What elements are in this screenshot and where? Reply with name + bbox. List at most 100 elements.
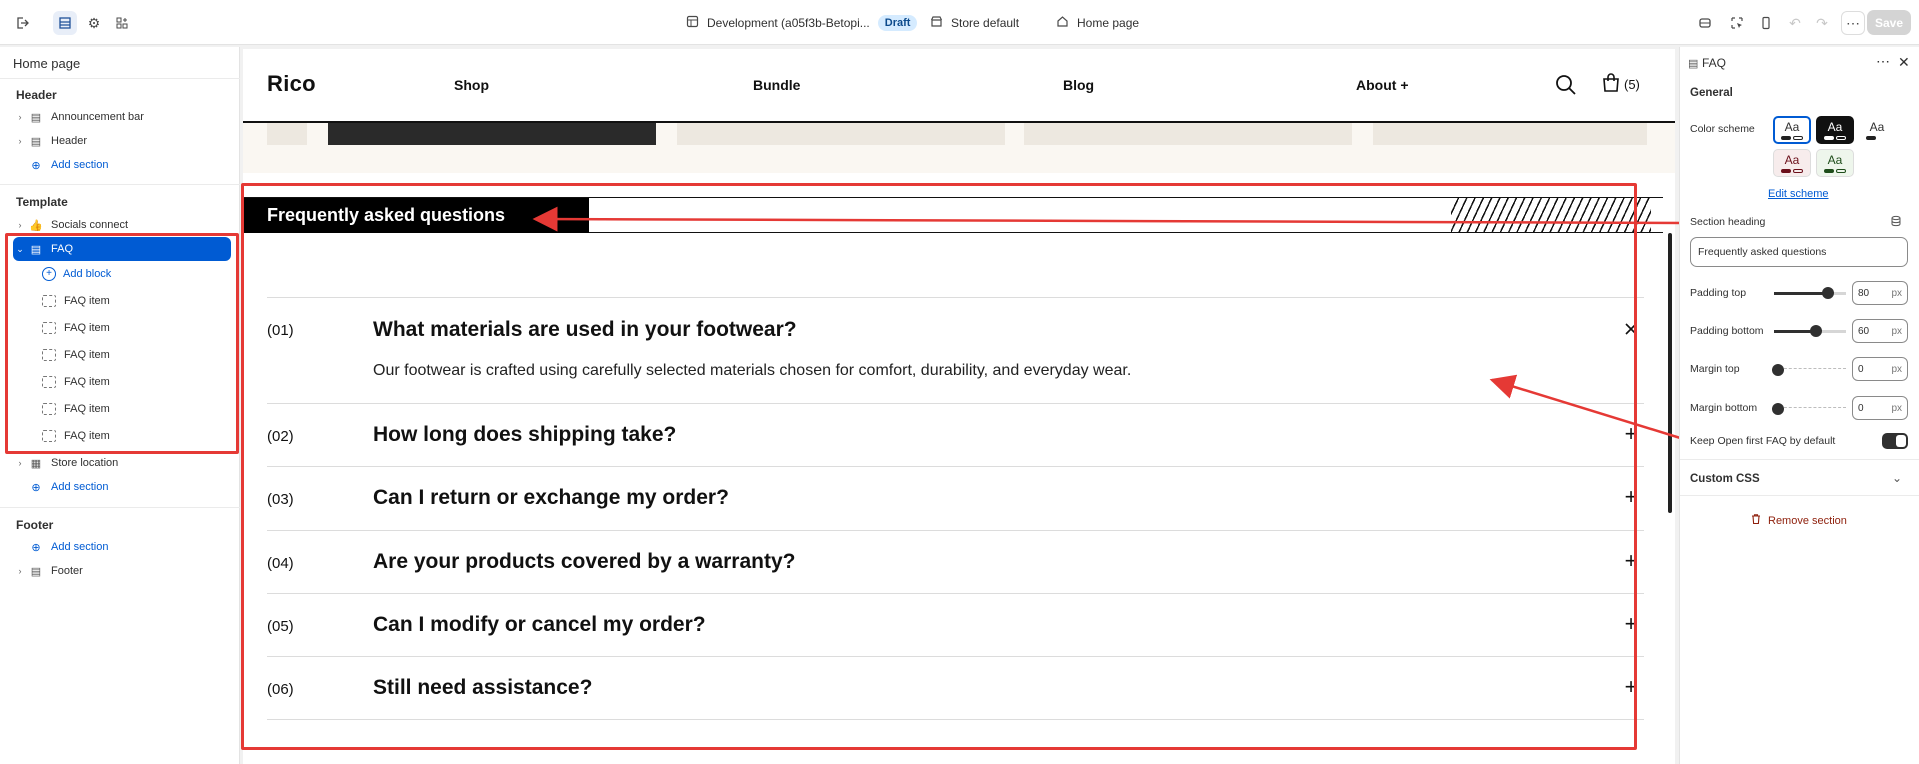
gear-icon[interactable]: ⚙ xyxy=(82,11,106,35)
slider-knob[interactable] xyxy=(1810,325,1822,337)
store-icon xyxy=(930,15,943,31)
more-icon[interactable]: ⋯ xyxy=(1876,53,1890,70)
faq-heading-bar: Frequently asked questions xyxy=(243,197,1663,233)
slider-knob[interactable] xyxy=(1822,287,1834,299)
add-section-header[interactable]: ⊕ Add section xyxy=(13,153,231,177)
add-section-template[interactable]: ⊕ Add section xyxy=(13,475,231,499)
section-icon: ▤ xyxy=(30,565,42,578)
plus-icon[interactable]: + xyxy=(1622,613,1640,635)
faq-block-item[interactable]: FAQ item xyxy=(42,425,110,447)
faq-item-open[interactable]: (01) What materials are used in your foo… xyxy=(267,297,1644,403)
faq-question[interactable]: How long does shipping take? xyxy=(373,423,676,447)
margin-top-input[interactable]: 0 px xyxy=(1852,357,1908,381)
padding-top-input[interactable]: 80 px xyxy=(1852,281,1908,305)
color-scheme-1[interactable]: Aa xyxy=(1773,116,1811,144)
more-icon[interactable]: ⋯ xyxy=(1841,11,1865,35)
exit-icon[interactable] xyxy=(10,11,34,35)
remove-section-button[interactable]: Remove section xyxy=(1750,513,1847,528)
inspector-icon[interactable] xyxy=(1693,11,1717,35)
padding-top-slider[interactable] xyxy=(1774,287,1846,299)
chevron-down-icon[interactable]: ⌄ xyxy=(1892,471,1902,485)
faq-question[interactable]: Are your products covered by a warranty? xyxy=(373,550,795,574)
block-icon xyxy=(42,322,56,334)
plus-icon[interactable]: + xyxy=(1622,423,1640,445)
faq-block-item[interactable]: FAQ item xyxy=(42,344,110,366)
database-icon[interactable] xyxy=(1890,215,1902,230)
faq-block-item[interactable]: FAQ item xyxy=(42,371,110,393)
padding-bottom-slider[interactable] xyxy=(1774,325,1846,337)
margin-bottom-slider[interactable] xyxy=(1772,403,1846,415)
faq-block-item[interactable]: FAQ item xyxy=(42,398,110,420)
sidebar-item-faq[interactable]: ⌄ ▤ FAQ xyxy=(13,237,231,261)
sidebar-item-footer[interactable]: › ▤ Footer xyxy=(13,559,231,583)
section-heading-input[interactable]: Frequently asked questions xyxy=(1690,237,1908,267)
color-scheme-4[interactable]: Aa xyxy=(1773,149,1811,177)
store-selector[interactable]: Store default xyxy=(930,0,1019,45)
margin-top-slider[interactable] xyxy=(1772,364,1846,376)
faq-item[interactable]: (06) Still need assistance? + xyxy=(267,656,1644,720)
cart-button[interactable]: (5) xyxy=(1601,73,1640,96)
close-icon[interactable]: ✕ xyxy=(1898,54,1910,71)
sidebar-item-announcement-bar[interactable]: › ▤ Announcement bar xyxy=(13,105,231,129)
faq-item[interactable]: (04) Are your products covered by a warr… xyxy=(267,530,1644,593)
plus-icon[interactable]: + xyxy=(1622,676,1640,698)
faq-answer: Our footwear is crafted using carefully … xyxy=(373,362,1132,379)
faq-block-item[interactable]: FAQ item xyxy=(42,290,110,312)
nav-about[interactable]: About + xyxy=(1356,77,1409,93)
color-scheme-2[interactable]: Aa xyxy=(1816,116,1854,144)
mobile-preview-icon[interactable] xyxy=(1754,11,1778,35)
nav-shop[interactable]: Shop xyxy=(454,77,489,93)
faq-section-heading[interactable]: Frequently asked questions xyxy=(243,198,589,233)
keep-open-toggle[interactable] xyxy=(1882,433,1908,449)
custom-css-heading[interactable]: Custom CSS xyxy=(1690,473,1760,485)
group-header: Header xyxy=(16,88,57,102)
sidebar-item-header[interactable]: › ▤ Header xyxy=(13,129,231,153)
canvas-scrollbar[interactable] xyxy=(1668,233,1672,513)
color-scheme-3[interactable]: Aa xyxy=(1858,116,1896,144)
chevron-right-icon[interactable]: › xyxy=(13,220,27,230)
color-scheme-5[interactable]: Aa xyxy=(1816,149,1854,177)
theme-name: Development (a05f3b-Betopi... xyxy=(707,15,870,30)
faq-item[interactable]: (05) Can I modify or cancel my order? + xyxy=(267,593,1644,656)
apps-icon[interactable] xyxy=(110,11,134,35)
save-button[interactable]: Save xyxy=(1867,10,1911,35)
sidebar-item-store-location[interactable]: › ▦ Store location xyxy=(13,451,231,475)
add-block-button[interactable]: + Add block xyxy=(42,263,111,285)
padding-bottom-input[interactable]: 60 px xyxy=(1852,319,1908,343)
sidebar-item-socials-connect[interactable]: › 👍 Socials connect xyxy=(13,213,231,237)
nav-bundle[interactable]: Bundle xyxy=(753,77,800,93)
store-logo[interactable]: Rico xyxy=(267,71,316,97)
faq-item[interactable]: (02) How long does shipping take? + xyxy=(267,403,1644,466)
redo-icon[interactable]: ↷ xyxy=(1810,11,1834,35)
faq-question[interactable]: Still need assistance? xyxy=(373,676,592,700)
faq-item[interactable]: (03) Can I return or exchange my order? … xyxy=(267,466,1644,530)
close-icon[interactable] xyxy=(1622,320,1640,338)
slider-knob[interactable] xyxy=(1772,403,1784,415)
chevron-right-icon[interactable]: › xyxy=(13,458,27,468)
margin-bottom-input[interactable]: 0 px xyxy=(1852,396,1908,420)
select-icon[interactable] xyxy=(1725,11,1749,35)
undo-icon[interactable]: ↶ xyxy=(1783,11,1807,35)
divider xyxy=(0,184,240,185)
thumbs-up-icon: 👍 xyxy=(29,219,43,232)
chevron-down-icon[interactable]: ⌄ xyxy=(13,244,27,255)
faq-block-item[interactable]: FAQ item xyxy=(42,317,110,339)
plus-icon[interactable]: + xyxy=(1622,486,1640,508)
add-section-footer[interactable]: ⊕ Add section xyxy=(13,535,231,559)
sections-icon[interactable] xyxy=(53,11,77,35)
chevron-right-icon[interactable]: › xyxy=(13,136,27,146)
color-scheme-label: Color scheme xyxy=(1690,123,1755,135)
faq-question[interactable]: What materials are used in your footwear… xyxy=(373,318,797,342)
theme-selector[interactable]: Development (a05f3b-Betopi... Draft xyxy=(686,0,918,45)
page-selector[interactable]: Home page xyxy=(1056,0,1139,45)
faq-question[interactable]: Can I return or exchange my order? xyxy=(373,486,729,510)
edit-scheme-link[interactable]: Edit scheme xyxy=(1768,188,1829,200)
chevron-right-icon[interactable]: › xyxy=(13,566,27,576)
nav-blog[interactable]: Blog xyxy=(1063,77,1094,93)
chevron-right-icon[interactable]: › xyxy=(13,112,27,122)
plus-icon[interactable]: + xyxy=(1622,550,1640,572)
product-tile xyxy=(1024,123,1352,145)
slider-knob[interactable] xyxy=(1772,364,1784,376)
search-icon[interactable] xyxy=(1555,74,1577,99)
faq-question[interactable]: Can I modify or cancel my order? xyxy=(373,613,706,637)
